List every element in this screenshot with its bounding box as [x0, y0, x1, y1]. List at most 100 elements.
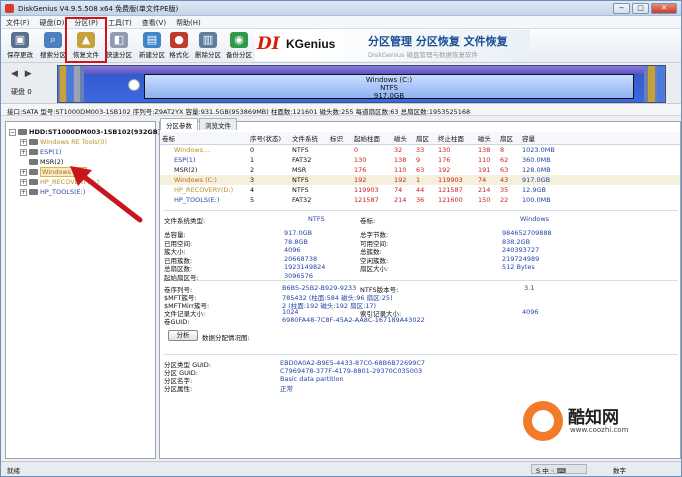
table-cell: 121587 [354, 195, 379, 204]
table-cell: 192 [352, 174, 392, 185]
table-cell: 62 [500, 155, 509, 164]
fs-type-label: 文件系统类型: [164, 217, 206, 225]
col-end-head[interactable]: 磁头 [476, 132, 498, 145]
map-part-name: Windows (C:) [365, 76, 413, 84]
ntfs-version-value: 3.1 [524, 284, 535, 292]
numlock-indicator: 数字 [613, 467, 626, 475]
map-seg-windows-c[interactable]: Windows (C:) NTFS 917.0GB [84, 66, 644, 102]
analyze-button[interactable]: 分析 [168, 330, 198, 341]
windows-logo-icon [128, 79, 140, 91]
expand-icon[interactable]: + [20, 178, 27, 186]
partition-map-bar: Windows (C:) NTFS 917.0GB [57, 65, 666, 103]
disk-nav-arrows[interactable]: ◀ ▶ [11, 69, 34, 79]
table-cell: 100.0MB [522, 195, 551, 204]
map-seg-hp-recovery[interactable] [648, 66, 655, 102]
tree-root[interactable]: − HDD:ST1000DM003-1SB102(932GB) [9, 128, 161, 138]
guid-detail-value: 正常 [280, 385, 293, 393]
ime-toolbar[interactable]: S 中 ◦ ⌨ [531, 464, 587, 475]
collapse-icon[interactable]: − [9, 128, 16, 136]
expand-icon[interactable]: + [20, 168, 27, 176]
partition-icon [29, 139, 38, 145]
table-row[interactable]: ESP(1) 1 FAT32 130 138 9 176 110 62 360.0MB [160, 155, 680, 165]
table-cell: 43 [498, 174, 520, 185]
col-capacity[interactable]: 容量 [520, 132, 680, 145]
search-icon: ⌕ [44, 32, 62, 48]
disk-info-line: 接口:SATA 型号:ST1000DM003-1SB102 序列号:Z9AT2Y… [1, 104, 681, 116]
col-volume-label[interactable]: 卷标 [160, 132, 248, 145]
quick-partition-button[interactable]: ◧ 快速分区 [102, 31, 136, 61]
table-cell: HP_TOOLS(E:) [174, 195, 220, 204]
col-start-head[interactable]: 磁头 [392, 132, 414, 145]
col-filesystem[interactable]: 文件系统 [290, 132, 328, 145]
table-cell: 0 [354, 145, 359, 154]
map-seg-hp-tools[interactable] [657, 66, 664, 102]
table-row[interactable]: MSR(2) 2 MSR 176 110 63 192 191 63 128.0MB [160, 165, 680, 175]
table-cell [328, 155, 352, 165]
table-cell: 1 [414, 174, 436, 185]
table-cell [328, 165, 352, 175]
tree-item-windows-re[interactable]: + Windows RE Tools(0) [20, 138, 107, 148]
map-part-size: 917.0GB [373, 92, 405, 100]
table-cell: 1 [250, 155, 255, 164]
disk-tree-pane: − HDD:ST1000DM003-1SB102(932GB) + Windows … [5, 121, 161, 459]
map-part-fs: NTFS [380, 84, 398, 92]
menu-help[interactable]: 帮助(H) [171, 16, 206, 28]
col-start-cyl[interactable]: 起始柱面 [352, 132, 392, 145]
delete-partition-button[interactable]: ▥ 删除分区 [191, 31, 225, 61]
right-detail-label: 扇区大小: [360, 265, 389, 273]
save-changes-button[interactable]: ▣ 保存更改 [3, 31, 37, 61]
table-cell: 0 [250, 145, 255, 154]
table-cell: 138 [478, 145, 491, 154]
index-record-size-value: 4096 [522, 308, 539, 316]
watermark-url: www.coozhi.com [570, 426, 629, 434]
banner-logo-di: DI [257, 34, 280, 54]
table-cell: 150 [478, 195, 491, 204]
table-cell: 176 [438, 155, 451, 164]
status-bar: 就绪 S 中 ◦ ⌨ 数字 [1, 461, 681, 476]
close-button[interactable]: ✕ [651, 3, 677, 14]
guid-detail-value: EBD0A0A2-B9E5-4433-87C0-68B6B72699C7 [280, 359, 426, 367]
col-end-cyl[interactable]: 终止柱面 [436, 132, 476, 145]
right-detail-value: 984652709888 [502, 229, 552, 237]
hdd-icon [18, 129, 27, 135]
guid-detail-value: Basic data partition [280, 375, 344, 383]
menu-file[interactable]: 文件(F) [1, 16, 35, 28]
table-row[interactable]: HP_RECOVERY(D:) 4 NTFS 119903 74 44 121587 214 3… [160, 185, 680, 195]
table-cell: NTFS [290, 174, 328, 185]
expand-icon[interactable]: + [20, 188, 27, 196]
map-seg-windows-re[interactable] [60, 66, 66, 102]
status-text: 就绪 [7, 467, 20, 475]
tab-partition-params[interactable]: 分区参数 [160, 118, 198, 130]
minimize-button[interactable]: − [613, 3, 630, 14]
col-end-sector[interactable]: 扇区 [498, 132, 520, 145]
table-cell: 128.0MB [522, 165, 551, 174]
save-icon: ▣ [11, 32, 29, 48]
tree-item-esp[interactable]: + ESP(1) [20, 148, 61, 158]
table-row[interactable]: Windows (C:) 3 NTFS 192 192 1 119903 74 43 917.0G… [160, 174, 680, 185]
menu-view[interactable]: 查看(V) [137, 16, 171, 28]
banner-slogan: 分区管理 分区恢复 文件恢复 [368, 35, 508, 48]
col-start-sector[interactable]: 扇区 [414, 132, 436, 145]
backup-partition-button[interactable]: ◉ 备份分区 [222, 31, 256, 61]
red-arrow-annotation [70, 166, 143, 223]
map-seg-esp[interactable] [67, 66, 73, 102]
tab-browse-files[interactable]: 浏览文件 [199, 118, 237, 130]
app-icon [5, 4, 14, 13]
col-index[interactable]: 序号(状态) [248, 132, 290, 145]
left-detail-label: 起始扇区号: [164, 273, 199, 282]
title-bar: DiskGenius V4.9.5.508 x64 免费版(单文件PE版) − … [1, 1, 681, 16]
table-cell [328, 185, 352, 195]
col-flag[interactable]: 标识 [328, 132, 352, 145]
brand-banner: DI KGenius 分区管理 分区恢复 文件恢复 DiskGenius 磁盘管… [255, 30, 530, 61]
expand-icon[interactable]: + [20, 138, 27, 146]
guid-detail-label: 分区属性: [164, 385, 193, 393]
maximize-button[interactable]: □ [632, 3, 649, 14]
menu-tools[interactable]: 工具(T) [103, 16, 137, 28]
table-cell: 119903 [436, 174, 476, 185]
map-seg-msr[interactable] [74, 66, 80, 102]
banner-subtitle: DiskGenius 磁盘管理与数据恢复软件 [368, 51, 478, 59]
table-row[interactable]: HP_TOOLS(E:) 5 FAT32 121587 214 36 121600 150 22… [160, 195, 680, 205]
table-row[interactable]: Windows... 0 NTFS 0 32 33 130 138 8 1023.0MB [160, 145, 680, 155]
expand-icon[interactable]: + [20, 148, 27, 156]
left-detail-value: 4096 [284, 246, 301, 254]
